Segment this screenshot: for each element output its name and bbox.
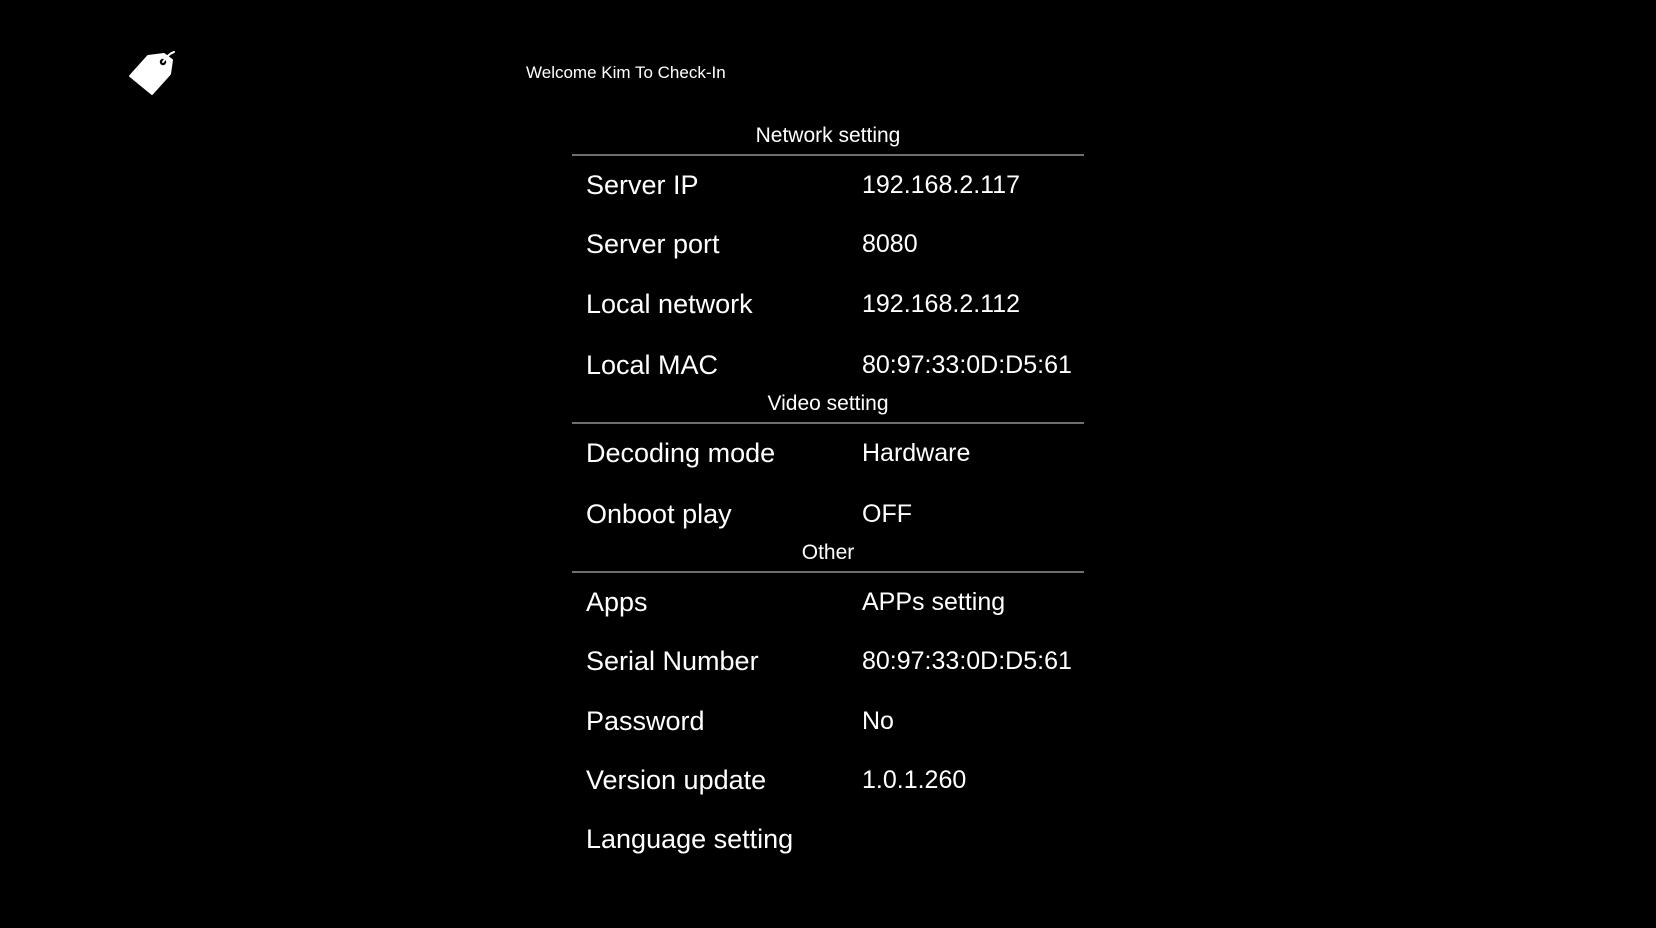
setting-row-onboot-play[interactable]: Onboot play OFF	[572, 483, 1084, 535]
setting-label: Server IP	[586, 170, 699, 200]
setting-row-apps[interactable]: Apps APPs setting	[572, 573, 1084, 632]
setting-value: 80:97:33:0D:D5:61	[862, 350, 1072, 379]
setting-value: 192.168.2.117	[862, 171, 1021, 199]
setting-label: Onboot play	[586, 499, 732, 530]
setting-row-server-ip[interactable]: Server IP 192.168.2.117	[572, 156, 1084, 215]
setting-value: 192.168.2.112	[862, 289, 1021, 318]
section-title: Network setting	[572, 118, 1084, 156]
setting-value: OFF	[862, 500, 912, 529]
setting-value: 8080	[862, 230, 918, 259]
setting-label: Decoding mode	[586, 437, 776, 468]
setting-label: Server port	[586, 229, 720, 260]
setting-value: APPs setting	[862, 588, 1006, 617]
setting-label: Local network	[586, 288, 753, 319]
setting-label: Serial Number	[586, 646, 759, 677]
setting-row-password[interactable]: Password No	[572, 692, 1084, 751]
setting-row-local-network[interactable]: Local network 192.168.2.112	[572, 275, 1084, 334]
setting-label: Version update	[586, 765, 767, 796]
tag-icon	[126, 50, 176, 96]
setting-row-server-port[interactable]: Server port 8080	[572, 215, 1084, 274]
setting-label: Password	[586, 705, 705, 736]
setting-value: 80:97:33:0D:D5:61	[862, 647, 1072, 676]
section-network-setting: Network setting Server IP 192.168.2.117 …	[572, 118, 1084, 386]
section-video-setting: Video setting Decoding mode Hardware Onb…	[572, 386, 1084, 535]
setting-row-local-mac[interactable]: Local MAC 80:97:33:0D:D5:61	[572, 334, 1084, 386]
settings-panel: Network setting Server IP 192.168.2.117 …	[572, 118, 1084, 870]
setting-value: Hardware	[862, 438, 971, 467]
setting-row-serial-number[interactable]: Serial Number 80:97:33:0D:D5:61	[572, 632, 1084, 691]
setting-row-decoding-mode[interactable]: Decoding mode Hardware	[572, 424, 1084, 483]
setting-label: Local MAC	[586, 349, 719, 380]
setting-label: Apps	[586, 587, 648, 618]
welcome-message: Welcome Kim To Check-In	[526, 63, 726, 82]
setting-row-version-update[interactable]: Version update 1.0.1.260	[572, 751, 1084, 810]
setting-value: No	[862, 706, 894, 735]
setting-row-language-setting[interactable]: Language setting	[572, 810, 1084, 869]
section-other: Other Apps APPs setting Serial Number 80…	[572, 535, 1084, 869]
setting-label: Language setting	[586, 824, 794, 855]
setting-value: 1.0.1.260	[862, 766, 967, 795]
